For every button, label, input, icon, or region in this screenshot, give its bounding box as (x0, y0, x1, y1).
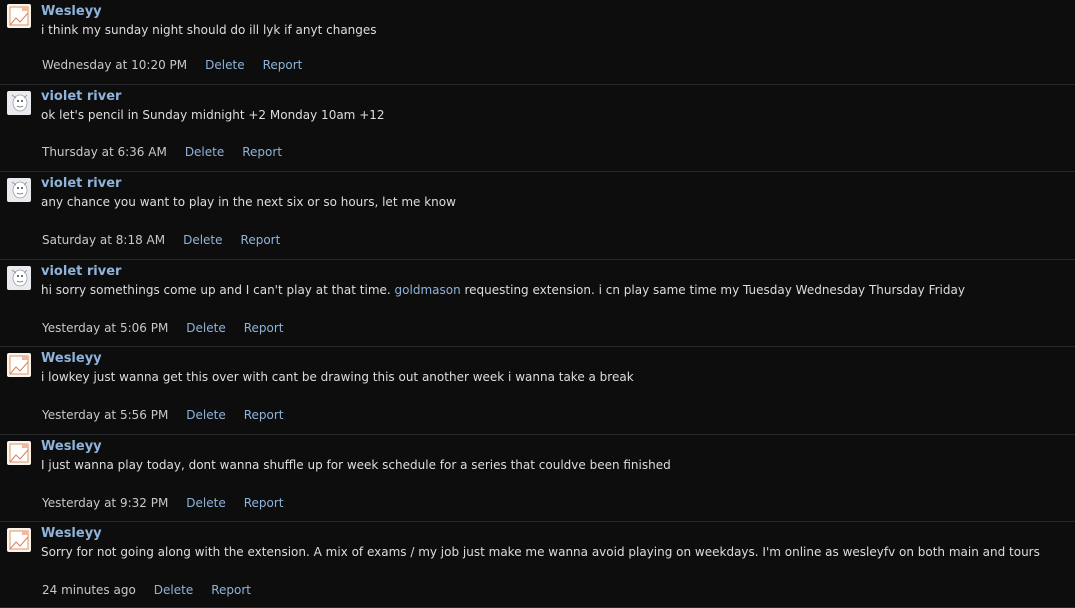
message-row: Wesleyy i lowkey just wanna get this over… (0, 347, 1075, 435)
violet-river-avatar[interactable] (7, 266, 31, 290)
report-link[interactable]: Report (244, 321, 284, 335)
message-meta: Yesterday at 9:32 PM Delete Report (42, 495, 302, 511)
violet-river-avatar[interactable] (7, 91, 31, 115)
timestamp[interactable]: 24 minutes ago (42, 583, 136, 597)
report-link[interactable]: Report (241, 233, 281, 247)
message-meta: Yesterday at 5:56 PM Delete Report (42, 407, 302, 423)
message-text: ok let's pencil in Sunday midnight +2 Mo… (41, 108, 385, 122)
delete-link[interactable]: Delete (186, 496, 225, 510)
report-link[interactable]: Report (211, 583, 251, 597)
message-text: hi sorry somethings come up and I can't … (41, 283, 395, 297)
delete-link[interactable]: Delete (185, 145, 224, 159)
author-name[interactable]: Wesleyy (41, 4, 102, 20)
timestamp[interactable]: Saturday at 8:18 AM (42, 233, 165, 247)
message-row: Wesleyy Sorry for not going along with th… (0, 522, 1075, 608)
wesleyy-avatar[interactable] (7, 353, 31, 377)
message-text: any chance you want to play in the next … (41, 195, 456, 209)
message-row: violet river any chance you want to play … (0, 172, 1075, 260)
message-row: violet river ok let's pencil in Sunday mi… (0, 85, 1075, 172)
message-text: I just wanna play today, dont wanna shuf… (41, 458, 671, 472)
message-text: Sorry for not going along with the exten… (41, 545, 1040, 559)
wesleyy-avatar[interactable] (7, 4, 31, 28)
report-link[interactable]: Report (242, 145, 282, 159)
message-body: hi sorry somethings come up and I can't … (41, 282, 965, 298)
author-name[interactable]: Wesleyy (41, 351, 102, 367)
timestamp[interactable]: Yesterday at 9:32 PM (42, 496, 168, 510)
message-body: any chance you want to play in the next … (41, 194, 456, 210)
delete-link[interactable]: Delete (154, 583, 193, 597)
delete-link[interactable]: Delete (186, 321, 225, 335)
message-meta: Thursday at 6:36 AM Delete Report (42, 144, 300, 160)
message-row: violet river hi sorry somethings come up … (0, 260, 1075, 347)
delete-link[interactable]: Delete (183, 233, 222, 247)
message-body: I just wanna play today, dont wanna shuf… (41, 457, 671, 473)
message-text: i lowkey just wanna get this over with c… (41, 370, 634, 384)
message-row: Wesleyy i think my sunday night should do… (0, 0, 1075, 85)
author-name[interactable]: violet river (41, 89, 121, 105)
report-link[interactable]: Report (244, 496, 284, 510)
wesleyy-avatar[interactable] (7, 528, 31, 552)
message-text: i think my sunday night should do ill ly… (41, 23, 377, 37)
author-name[interactable]: Wesleyy (41, 439, 102, 455)
timestamp[interactable]: Wednesday at 10:20 PM (42, 58, 187, 72)
message-meta: Yesterday at 5:06 PM Delete Report (42, 320, 302, 336)
message-body: ok let's pencil in Sunday midnight +2 Mo… (41, 107, 385, 123)
timestamp[interactable]: Yesterday at 5:56 PM (42, 408, 168, 422)
author-name[interactable]: violet river (41, 264, 121, 280)
wesleyy-avatar[interactable] (7, 441, 31, 465)
timestamp[interactable]: Thursday at 6:36 AM (42, 145, 167, 159)
message-body: i think my sunday night should do ill ly… (41, 22, 377, 38)
message-body: i lowkey just wanna get this over with c… (41, 369, 634, 385)
author-name[interactable]: Wesleyy (41, 526, 102, 542)
violet-river-avatar[interactable] (7, 178, 31, 202)
message-text: requesting extension. i cn play same tim… (460, 283, 965, 297)
delete-link[interactable]: Delete (186, 408, 225, 422)
mention-link[interactable]: goldmason (395, 283, 461, 297)
timestamp[interactable]: Yesterday at 5:06 PM (42, 321, 168, 335)
message-thread: Wesleyy i think my sunday night should do… (0, 0, 1075, 608)
message-body: Sorry for not going along with the exten… (41, 544, 1040, 560)
message-row: Wesleyy I just wanna play today, dont wan… (0, 435, 1075, 522)
delete-link[interactable]: Delete (205, 58, 244, 72)
message-meta: 24 minutes ago Delete Report (42, 582, 269, 598)
report-link[interactable]: Report (263, 58, 303, 72)
message-meta: Saturday at 8:18 AM Delete Report (42, 232, 298, 248)
message-meta: Wednesday at 10:20 PM Delete Report (42, 57, 320, 73)
author-name[interactable]: violet river (41, 176, 121, 192)
report-link[interactable]: Report (244, 408, 284, 422)
